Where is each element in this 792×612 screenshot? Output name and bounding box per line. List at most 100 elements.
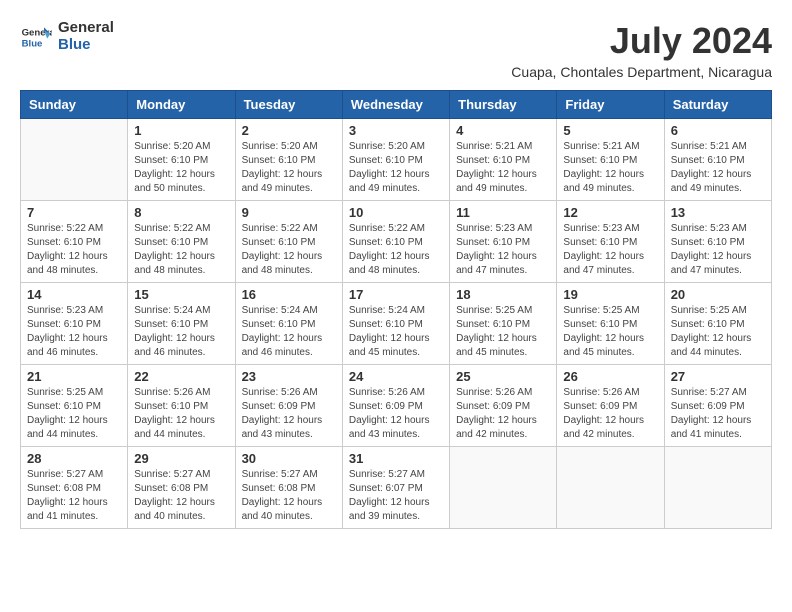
cell-info: Sunrise: 5:23 AM Sunset: 6:10 PM Dayligh…: [456, 222, 550, 278]
calendar-cell: 23Sunrise: 5:26 AM Sunset: 6:09 PM Dayli…: [235, 365, 342, 447]
day-number: 14: [27, 287, 121, 302]
cell-info: Sunrise: 5:23 AM Sunset: 6:10 PM Dayligh…: [563, 222, 657, 278]
logo-blue: Blue: [58, 37, 114, 54]
calendar-cell: 8 Sunrise: 5:22 AM Sunset: 6:10 PM Daylig…: [128, 201, 235, 283]
cell-info: Sunrise: 5:24 AM Sunset: 6:10 PM Dayligh…: [134, 304, 228, 360]
day-number: 11: [456, 205, 550, 220]
day-header-sunday: Sunday: [21, 91, 128, 119]
day-header-thursday: Thursday: [450, 91, 557, 119]
cell-info: Sunrise: 5:27 AM Sunset: 6:09 PM Dayligh…: [671, 386, 765, 442]
logo-general: General: [58, 20, 114, 37]
title-section: July 2024 Cuapa, Chontales Department, N…: [511, 20, 772, 80]
calendar-cell: 14 Sunrise: 5:23 AM Sunset: 6:10 PM Dayli…: [21, 283, 128, 365]
cell-info: Sunrise: 5:26 AM Sunset: 6:10 PM Dayligh…: [134, 386, 228, 442]
day-header-tuesday: Tuesday: [235, 91, 342, 119]
day-header-friday: Friday: [557, 91, 664, 119]
cell-info: Sunrise: 5:27 AM Sunset: 6:07 PM Dayligh…: [349, 468, 443, 524]
day-number: 27: [671, 369, 765, 384]
calendar-cell: 6 Sunrise: 5:21 AM Sunset: 6:10 PM Daylig…: [664, 119, 771, 201]
calendar-cell: [450, 447, 557, 529]
calendar-cell: 24 Sunrise: 5:26 AM Sunset: 6:09 PM Dayli…: [342, 365, 449, 447]
day-header-wednesday: Wednesday: [342, 91, 449, 119]
calendar-cell: 25Sunrise: 5:26 AM Sunset: 6:09 PM Dayli…: [450, 365, 557, 447]
calendar-header-row: SundayMondayTuesdayWednesdayThursdayFrid…: [21, 91, 772, 119]
calendar-week-row: 1 Sunrise: 5:20 AM Sunset: 6:10 PM Daylig…: [21, 119, 772, 201]
calendar-cell: 21 Sunrise: 5:25 AM Sunset: 6:10 PM Dayli…: [21, 365, 128, 447]
day-header-monday: Monday: [128, 91, 235, 119]
calendar-cell: 3 Sunrise: 5:20 AM Sunset: 6:10 PM Daylig…: [342, 119, 449, 201]
day-number: 17: [349, 287, 443, 302]
cell-info: Sunrise: 5:27 AM Sunset: 6:08 PM Dayligh…: [134, 468, 228, 524]
cell-info: Sunrise: 5:25 AM Sunset: 6:10 PM Dayligh…: [27, 386, 121, 442]
day-number: 29: [134, 451, 228, 466]
calendar-cell: 5 Sunrise: 5:21 AM Sunset: 6:10 PM Daylig…: [557, 119, 664, 201]
day-number: 19: [563, 287, 657, 302]
day-number: 4: [456, 123, 550, 138]
calendar-cell: 4Sunrise: 5:21 AM Sunset: 6:10 PM Daylig…: [450, 119, 557, 201]
calendar-cell: 28 Sunrise: 5:27 AM Sunset: 6:08 PM Dayli…: [21, 447, 128, 529]
cell-info: Sunrise: 5:26 AM Sunset: 6:09 PM Dayligh…: [349, 386, 443, 442]
day-number: 24: [349, 369, 443, 384]
cell-info: Sunrise: 5:23 AM Sunset: 6:10 PM Dayligh…: [27, 304, 121, 360]
calendar-cell: [557, 447, 664, 529]
calendar-week-row: 14 Sunrise: 5:23 AM Sunset: 6:10 PM Dayli…: [21, 283, 772, 365]
calendar-cell: 27 Sunrise: 5:27 AM Sunset: 6:09 PM Dayli…: [664, 365, 771, 447]
calendar-cell: [664, 447, 771, 529]
day-number: 5: [563, 123, 657, 138]
svg-text:Blue: Blue: [22, 38, 43, 49]
cell-info: Sunrise: 5:22 AM Sunset: 6:10 PM Dayligh…: [242, 222, 336, 278]
day-number: 6: [671, 123, 765, 138]
day-number: 30: [242, 451, 336, 466]
cell-info: Sunrise: 5:24 AM Sunset: 6:10 PM Dayligh…: [242, 304, 336, 360]
day-number: 20: [671, 287, 765, 302]
day-number: 1: [134, 123, 228, 138]
calendar-cell: 20Sunrise: 5:25 AM Sunset: 6:10 PM Dayli…: [664, 283, 771, 365]
logo-icon: General Blue: [20, 21, 52, 53]
day-number: 21: [27, 369, 121, 384]
cell-info: Sunrise: 5:22 AM Sunset: 6:10 PM Dayligh…: [27, 222, 121, 278]
day-number: 3: [349, 123, 443, 138]
day-number: 15: [134, 287, 228, 302]
location-subtitle: Cuapa, Chontales Department, Nicaragua: [511, 64, 772, 80]
cell-info: Sunrise: 5:22 AM Sunset: 6:10 PM Dayligh…: [349, 222, 443, 278]
calendar-cell: 16 Sunrise: 5:24 AM Sunset: 6:10 PM Dayli…: [235, 283, 342, 365]
cell-info: Sunrise: 5:27 AM Sunset: 6:08 PM Dayligh…: [27, 468, 121, 524]
calendar-cell: 22Sunrise: 5:26 AM Sunset: 6:10 PM Dayli…: [128, 365, 235, 447]
cell-info: Sunrise: 5:21 AM Sunset: 6:10 PM Dayligh…: [563, 140, 657, 196]
calendar-cell: 18Sunrise: 5:25 AM Sunset: 6:10 PM Dayli…: [450, 283, 557, 365]
day-number: 2: [242, 123, 336, 138]
cell-info: Sunrise: 5:22 AM Sunset: 6:10 PM Dayligh…: [134, 222, 228, 278]
calendar-cell: 31 Sunrise: 5:27 AM Sunset: 6:07 PM Dayli…: [342, 447, 449, 529]
day-number: 7: [27, 205, 121, 220]
cell-info: Sunrise: 5:23 AM Sunset: 6:10 PM Dayligh…: [671, 222, 765, 278]
day-number: 9: [242, 205, 336, 220]
calendar-week-row: 7 Sunrise: 5:22 AM Sunset: 6:10 PM Daylig…: [21, 201, 772, 283]
calendar-cell: 30 Sunrise: 5:27 AM Sunset: 6:08 PM Dayli…: [235, 447, 342, 529]
calendar-week-row: 28 Sunrise: 5:27 AM Sunset: 6:08 PM Dayli…: [21, 447, 772, 529]
day-number: 8: [134, 205, 228, 220]
cell-info: Sunrise: 5:27 AM Sunset: 6:08 PM Dayligh…: [242, 468, 336, 524]
calendar-cell: 2 Sunrise: 5:20 AM Sunset: 6:10 PM Daylig…: [235, 119, 342, 201]
day-header-saturday: Saturday: [664, 91, 771, 119]
calendar-cell: 10Sunrise: 5:22 AM Sunset: 6:10 PM Dayli…: [342, 201, 449, 283]
cell-info: Sunrise: 5:26 AM Sunset: 6:09 PM Dayligh…: [242, 386, 336, 442]
logo: General Blue General Blue: [20, 20, 114, 53]
calendar-cell: 19Sunrise: 5:25 AM Sunset: 6:10 PM Dayli…: [557, 283, 664, 365]
day-number: 16: [242, 287, 336, 302]
day-number: 12: [563, 205, 657, 220]
day-number: 13: [671, 205, 765, 220]
calendar-cell: 1Sunrise: 5:20 AM Sunset: 6:10 PM Daylig…: [128, 119, 235, 201]
day-number: 26: [563, 369, 657, 384]
calendar-cell: 12 Sunrise: 5:23 AM Sunset: 6:10 PM Dayli…: [557, 201, 664, 283]
month-year-title: July 2024: [511, 20, 772, 62]
cell-info: Sunrise: 5:21 AM Sunset: 6:10 PM Dayligh…: [671, 140, 765, 196]
calendar-cell: 11 Sunrise: 5:23 AM Sunset: 6:10 PM Dayli…: [450, 201, 557, 283]
day-number: 28: [27, 451, 121, 466]
calendar-cell: 7 Sunrise: 5:22 AM Sunset: 6:10 PM Daylig…: [21, 201, 128, 283]
calendar-cell: 29 Sunrise: 5:27 AM Sunset: 6:08 PM Dayli…: [128, 447, 235, 529]
cell-info: Sunrise: 5:20 AM Sunset: 6:10 PM Dayligh…: [349, 140, 443, 196]
cell-info: Sunrise: 5:20 AM Sunset: 6:10 PM Dayligh…: [242, 140, 336, 196]
calendar-cell: 9 Sunrise: 5:22 AM Sunset: 6:10 PM Daylig…: [235, 201, 342, 283]
calendar-cell: [21, 119, 128, 201]
day-number: 31: [349, 451, 443, 466]
